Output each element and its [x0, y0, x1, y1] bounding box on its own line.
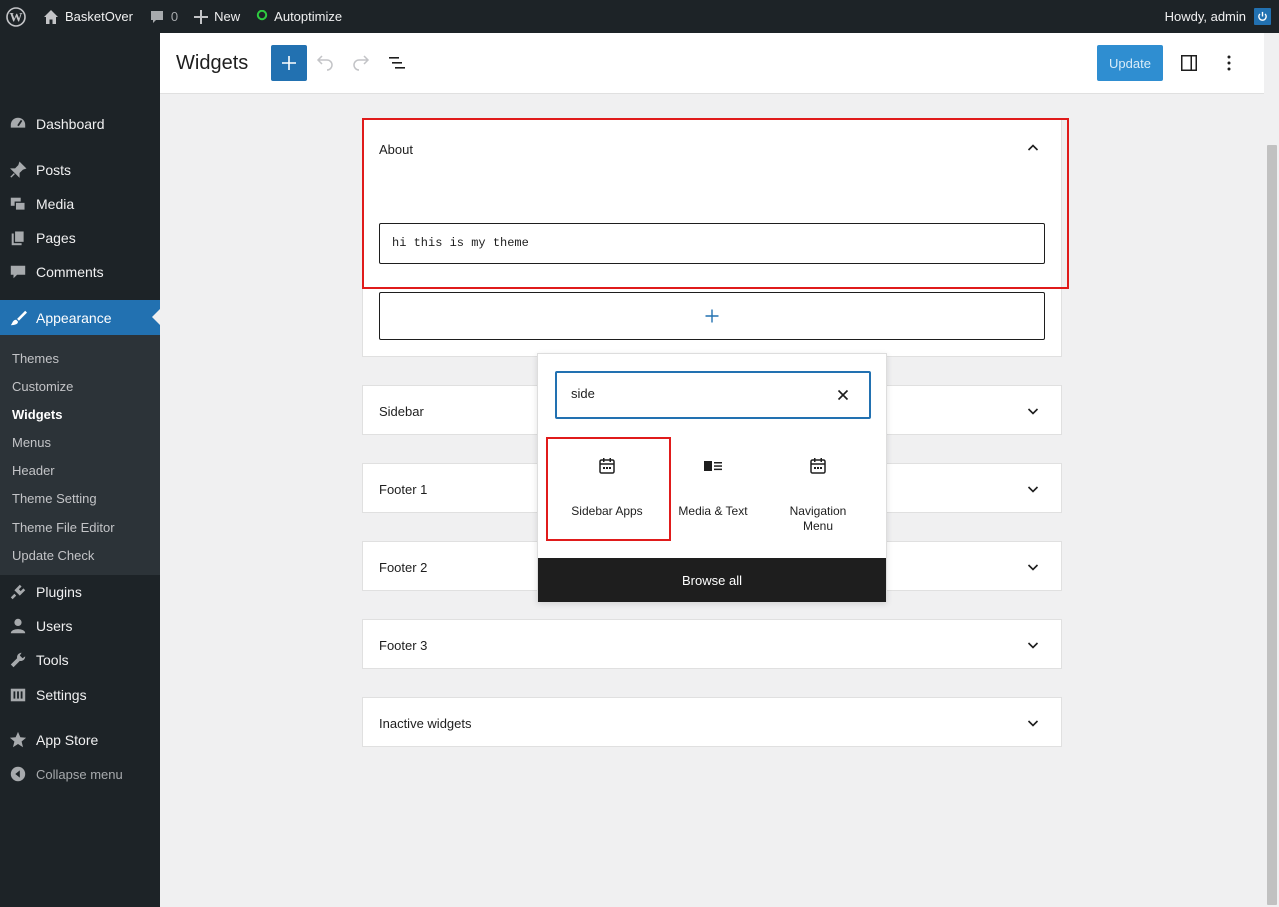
plugin-icon — [0, 583, 36, 601]
block-option-label: Navigation Menu — [789, 504, 847, 533]
settings-icon — [0, 686, 36, 704]
update-button[interactable]: Update — [1097, 45, 1163, 81]
widget-area-title[interactable]: Footer 3 — [379, 638, 427, 653]
menu-item-plugins[interactable]: Plugins — [0, 575, 160, 609]
new-label: New — [214, 9, 241, 24]
highlight-box-sidebar-apps — [546, 437, 671, 541]
appearance-submenu: Themes Customize Widgets Menus Header Th… — [0, 335, 160, 575]
close-icon[interactable] — [835, 387, 851, 403]
site-name-link[interactable]: BasketOver — [35, 0, 141, 33]
submenu-widgets[interactable]: Widgets — [12, 407, 62, 422]
submenu-menus[interactable]: Menus — [12, 435, 51, 450]
autoptimize-link[interactable]: Autoptimize — [248, 0, 350, 33]
greeting: Howdy, admin — [1164, 9, 1246, 24]
menu-item-dashboard[interactable]: Dashboard — [0, 107, 160, 141]
widget-area-title[interactable]: Inactive widgets — [379, 716, 472, 731]
block-option-label: Media & Text — [678, 504, 748, 518]
redo-icon — [353, 55, 370, 71]
block-search-input[interactable] — [571, 386, 811, 401]
autoptimize-label: Autoptimize — [274, 9, 343, 24]
list-view-icon — [389, 57, 405, 69]
pages-icon — [0, 229, 36, 247]
account-menu[interactable]: Howdy, admin — [1157, 0, 1279, 33]
pin-icon — [0, 161, 36, 179]
settings-sidebar-toggle[interactable] — [1177, 51, 1201, 75]
block-option-media-text[interactable]: Media & Text — [660, 444, 766, 540]
wrench-icon — [0, 651, 36, 669]
submenu-theme-file-editor[interactable]: Theme File Editor — [12, 520, 115, 535]
scrollbar[interactable] — [1264, 33, 1279, 907]
wordpress-logo-icon[interactable]: W — [0, 0, 35, 33]
highlight-box-about — [362, 118, 1069, 289]
chevron-down-icon[interactable] — [1025, 715, 1041, 734]
comment-icon — [0, 263, 36, 281]
brush-icon — [0, 309, 36, 327]
scrollbar-thumb[interactable] — [1267, 145, 1277, 905]
browse-all-button[interactable]: Browse all — [538, 558, 886, 602]
media-icon — [0, 195, 36, 213]
dashboard-icon — [0, 115, 36, 133]
menu-item-tools[interactable]: Tools — [0, 643, 160, 677]
menu-item-media[interactable]: Media — [0, 187, 160, 221]
chevron-down-icon[interactable] — [1025, 637, 1041, 656]
plus-icon — [194, 9, 209, 24]
more-vertical-icon — [1227, 55, 1231, 71]
undo-button[interactable] — [313, 51, 337, 75]
chevron-down-icon[interactable] — [1025, 481, 1041, 500]
block-search-box — [555, 371, 871, 419]
comments-link[interactable]: 0 — [141, 0, 186, 33]
chevron-down-icon[interactable] — [1025, 559, 1041, 578]
submenu-themes[interactable]: Themes — [12, 351, 59, 366]
widget-area-title[interactable]: Footer 2 — [379, 560, 427, 575]
editor-header: Widgets Update — [160, 33, 1264, 94]
comment-icon — [150, 10, 163, 23]
more-options-button[interactable] — [1217, 51, 1241, 75]
submenu-customize[interactable]: Customize — [12, 379, 73, 394]
widget-area-title[interactable]: Footer 1 — [379, 482, 427, 497]
block-appender-button[interactable] — [379, 292, 1045, 340]
page-title: Widgets — [176, 52, 249, 74]
plus-icon — [282, 56, 296, 70]
menu-item-settings[interactable]: Settings — [0, 678, 160, 712]
star-icon — [0, 731, 36, 749]
menu-item-app-store[interactable]: App Store — [0, 723, 160, 757]
submenu-header[interactable]: Header — [12, 463, 55, 478]
undo-icon — [316, 55, 333, 71]
widget-area-title[interactable]: Sidebar — [379, 404, 424, 419]
admin-bar: W BasketOver 0 New Autoptimize Howdy, ad… — [0, 0, 1279, 33]
widget-area-inactive: Inactive widgets — [362, 697, 1062, 747]
home-icon — [44, 9, 58, 24]
new-content-link[interactable]: New — [186, 0, 248, 33]
plus-icon — [705, 309, 719, 323]
comments-count: 0 — [170, 9, 179, 24]
collapse-menu-button[interactable]: Collapse menu — [0, 757, 160, 791]
list-view-button[interactable] — [385, 51, 409, 75]
media-text-icon — [660, 456, 766, 476]
admin-menu: Dashboard Posts Media Pages Comments App… — [0, 33, 160, 907]
power-icon — [1254, 8, 1271, 25]
user-icon — [0, 617, 36, 635]
menu-item-users[interactable]: Users — [0, 609, 160, 643]
menu-item-pages[interactable]: Pages — [0, 221, 160, 255]
submenu-update-check[interactable]: Update Check — [12, 548, 94, 563]
svg-text:W: W — [10, 9, 23, 24]
add-block-button[interactable] — [271, 45, 307, 81]
menu-item-comments[interactable]: Comments — [0, 255, 160, 289]
redo-button[interactable] — [349, 51, 373, 75]
block-option-navigation-menu[interactable]: Navigation Menu — [765, 444, 871, 540]
status-circle-icon — [256, 9, 268, 20]
sidebar-toggle-icon — [1181, 55, 1197, 71]
menu-item-appearance[interactable]: Appearance — [0, 300, 160, 335]
site-name: BasketOver — [65, 9, 133, 24]
menu-item-posts[interactable]: Posts — [0, 153, 160, 187]
calendar-icon — [765, 456, 871, 476]
submenu-theme-setting[interactable]: Theme Setting — [12, 491, 97, 506]
collapse-icon — [0, 765, 36, 783]
chevron-down-icon[interactable] — [1025, 403, 1041, 422]
widget-area-footer-3: Footer 3 — [362, 619, 1062, 669]
